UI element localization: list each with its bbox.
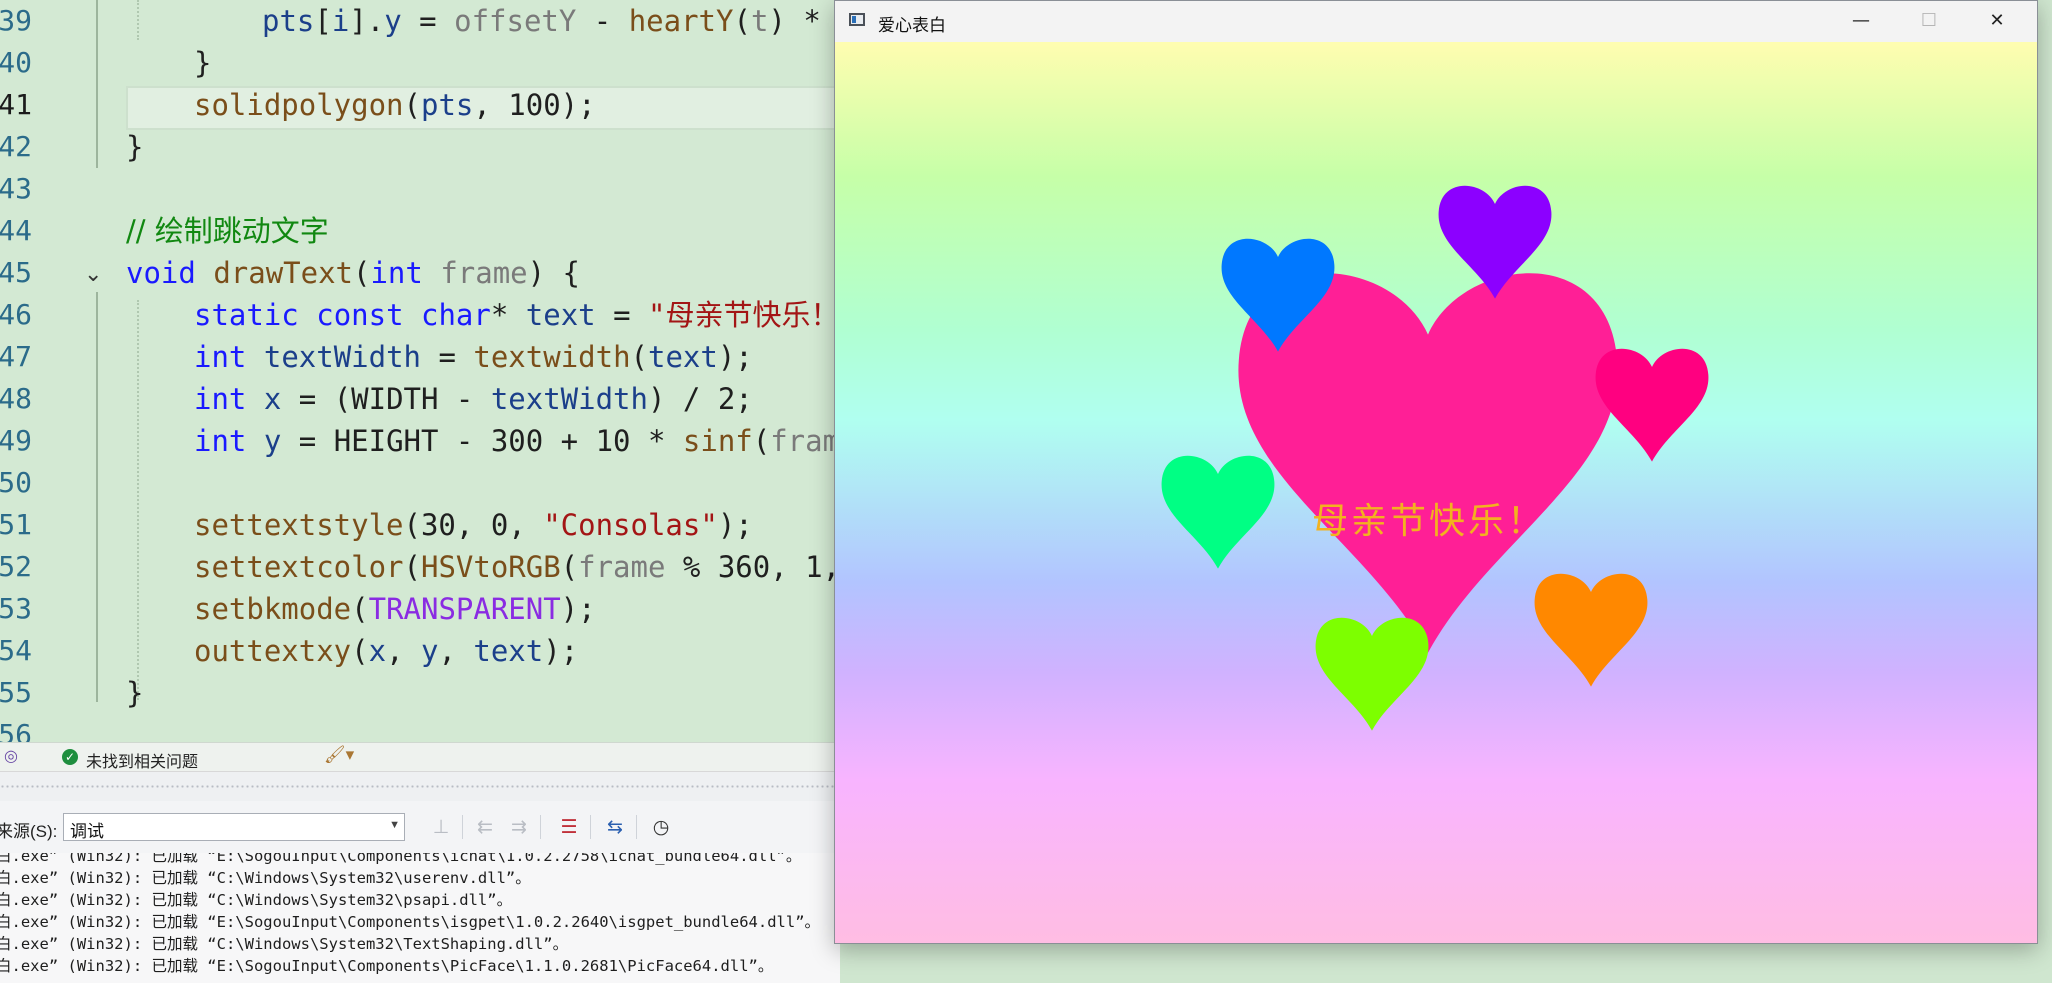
code-text: setbkmode(TRANSPARENT);	[194, 592, 596, 626]
source-label: 来源(S):	[0, 822, 58, 841]
output-line: 白.exe” (Win32): 已加载 “C:\Windows\System32…	[0, 935, 569, 953]
find-message-icon[interactable]: ⊥	[428, 815, 454, 839]
toolbar-separator	[590, 815, 591, 839]
previous-message-icon[interactable]: ⇇	[472, 815, 498, 839]
issues-status-text[interactable]: 未找到相关问题	[86, 748, 198, 772]
line-number: 44	[0, 214, 32, 247]
clock-icon[interactable]: ◷	[648, 815, 674, 839]
code-line: 46 static const char* text = "母亲节快乐！	[0, 294, 840, 336]
window-title: 爱心表白	[878, 16, 946, 35]
editor-status-bar: ◎ ✓ 未找到相关问题 🖌▾	[0, 742, 840, 771]
heart-app-window[interactable]: 爱心表白 — ☐ ✕ 母亲节快乐！	[834, 0, 2038, 944]
panel-splitter[interactable]	[0, 771, 840, 802]
code-line: 40 }	[0, 42, 840, 84]
app-window-icon	[849, 13, 865, 26]
output-line: 白.exe” (Win32): 已加载 “E:\SogouInput\Compo…	[0, 913, 821, 931]
close-button[interactable]: ✕	[1963, 1, 2031, 42]
maximize-button[interactable]: ☐	[1895, 1, 1963, 42]
toolbar-separator	[636, 815, 637, 839]
line-number: 45	[0, 256, 32, 289]
code-text: void drawText(int frame) {	[126, 256, 581, 290]
code-text: solidpolygon(pts, 100);	[194, 88, 596, 122]
code-text: settextstyle(30, 0, "Consolas");	[194, 508, 753, 542]
line-number: 54	[0, 634, 32, 667]
check-circle-icon: ✓	[62, 749, 78, 765]
chevron-down-icon: ▼	[389, 819, 400, 831]
window-titlebar[interactable]: 爱心表白 — ☐ ✕	[835, 1, 2037, 42]
greeting-text: 母亲节快乐！	[1312, 501, 1547, 542]
code-editor[interactable]: ⌄ 39 pts[i].y = offsetY - heartY(t) * s …	[0, 0, 840, 742]
output-line: 白.exe” (Win32): 已加载 “E:\SogouInput\Compo…	[0, 957, 774, 975]
code-text: int y = HEIGHT - 300 + 10 * sinf(frame	[194, 424, 840, 458]
code-line: 54 outtextxy(x, y, text);	[0, 630, 840, 672]
code-line: 51 settextstyle(30, 0, "Consolas");	[0, 504, 840, 546]
line-number: 39	[0, 4, 32, 37]
copilot-icon[interactable]: ◎	[4, 746, 18, 766]
line-number: 52	[0, 550, 32, 583]
code-line: 44 // 绘制跳动文字	[0, 210, 840, 252]
line-number: 40	[0, 46, 32, 79]
minimize-button[interactable]: —	[1827, 1, 1895, 42]
line-number: 47	[0, 340, 32, 373]
heart-lime	[1315, 617, 1429, 731]
line-number: 43	[0, 172, 32, 205]
word-wrap-icon[interactable]: ⇆	[602, 815, 628, 839]
line-number: 51	[0, 508, 32, 541]
code-line: 55 }	[0, 672, 840, 714]
drawing-canvas: 母亲节快乐！	[835, 42, 2037, 943]
output-line: 白.exe” (Win32): 已加载 “C:\Windows\System32…	[0, 891, 513, 909]
output-line: 白.exe” (Win32): 已加载 “E:\SogouInput\Compo…	[0, 853, 802, 865]
code-line: 52 settextcolor(HSVtoRGB(frame % 360, 1,	[0, 546, 840, 588]
line-number: 41	[0, 88, 32, 121]
code-text: }	[126, 130, 144, 164]
output-source-select[interactable]: 调试 ▼	[63, 813, 405, 841]
code-comment: // 绘制跳动文字	[126, 214, 329, 248]
output-source-value: 调试	[70, 822, 104, 841]
code-line: 45 void drawText(int frame) {	[0, 252, 840, 294]
code-line: 43	[0, 168, 840, 210]
code-text: settextcolor(HSVtoRGB(frame % 360, 1,	[194, 550, 840, 584]
line-number: 46	[0, 298, 32, 331]
heart-orange	[1534, 573, 1648, 687]
toolbar-separator	[540, 815, 541, 839]
code-line: 47 int textWidth = textwidth(text);	[0, 336, 840, 378]
output-toolbar: 来源(S): 调试 ▼ ⊥ ⇇ ⇉ ☰ ⇆ ◷	[0, 801, 840, 853]
code-text: }	[194, 46, 212, 80]
code-line: 50	[0, 462, 840, 504]
line-number: 49	[0, 424, 32, 457]
code-line: 39 pts[i].y = offsetY - heartY(t) * s	[0, 0, 840, 42]
code-line: 42 }	[0, 126, 840, 168]
code-line: 48 int x = (WIDTH - textWidth) / 2;	[0, 378, 840, 420]
code-cleanup-icon[interactable]: 🖌▾	[324, 745, 354, 765]
code-line: 49 int y = HEIGHT - 300 + 10 * sinf(fram…	[0, 420, 840, 462]
heart-mint	[1161, 455, 1275, 569]
output-line: 白.exe” (Win32): 已加载 “C:\Windows\System32…	[0, 869, 531, 887]
code-text: }	[126, 676, 144, 710]
code-text: int textWidth = textwidth(text);	[194, 340, 753, 374]
line-number: 48	[0, 382, 32, 415]
code-text: outtextxy(x, y, text);	[194, 634, 579, 668]
toolbar-separator	[462, 815, 463, 839]
code-text: pts[i].y = offsetY - heartY(t) * s	[262, 4, 840, 38]
line-number: 55	[0, 676, 32, 709]
line-number: 50	[0, 466, 32, 499]
clear-all-icon[interactable]: ☰	[556, 815, 582, 839]
heart-magenta	[1595, 348, 1709, 462]
code-text: int x = (WIDTH - textWidth) / 2;	[194, 382, 753, 416]
code-text: static const char* text = "母亲节快乐！	[194, 298, 840, 332]
output-log[interactable]: 白.exe” (Win32): 已加载 “E:\SogouInput\Compo…	[0, 853, 840, 983]
code-line: 53 setbkmode(TRANSPARENT);	[0, 588, 840, 630]
next-message-icon[interactable]: ⇉	[506, 815, 532, 839]
code-line: 56	[0, 714, 840, 742]
code-line-current: 41 solidpolygon(pts, 100);	[0, 84, 840, 126]
line-number: 53	[0, 592, 32, 625]
line-number: 56	[0, 718, 32, 742]
line-number: 42	[0, 130, 32, 163]
